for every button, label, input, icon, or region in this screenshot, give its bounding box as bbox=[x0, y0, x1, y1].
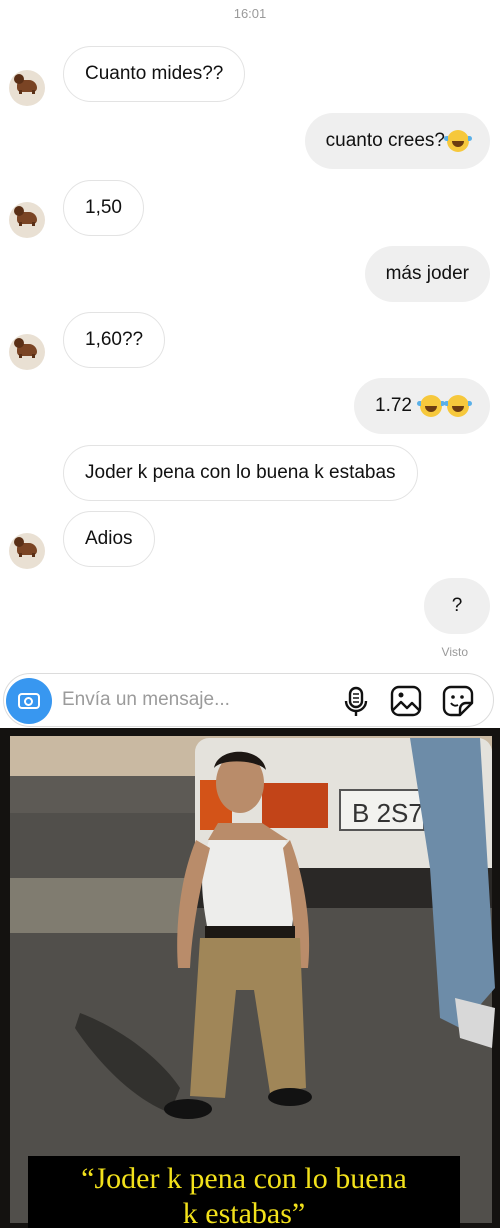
incoming-message[interactable]: Cuanto mides?? bbox=[63, 46, 246, 102]
seen-status: Visto bbox=[441, 645, 468, 659]
outgoing-message[interactable]: 1.72 bbox=[354, 378, 490, 434]
meme-scene-image: B 2S7 bbox=[0, 728, 500, 1228]
message-text: Adios bbox=[85, 528, 133, 549]
message-input[interactable]: Envía un mensaje... bbox=[62, 689, 230, 711]
message-row: 1,60?? bbox=[0, 312, 500, 370]
message-row: Adios bbox=[0, 511, 500, 569]
avatar[interactable] bbox=[9, 202, 45, 238]
avatar[interactable] bbox=[9, 533, 45, 569]
message-text: Joder k pena con lo buena k estabas bbox=[85, 462, 396, 483]
message-text: ? bbox=[451, 595, 463, 616]
tears-of-joy-icon bbox=[444, 395, 472, 417]
message-text: Cuanto mides?? bbox=[85, 63, 224, 84]
dm-thread: 16:01 Cuanto mides?? cuanto crees? 1,50 … bbox=[0, 0, 500, 728]
outgoing-message[interactable]: ? bbox=[424, 578, 490, 634]
outgoing-message[interactable]: más joder bbox=[364, 246, 490, 302]
sticker-icon[interactable] bbox=[441, 684, 475, 718]
meme-photo: B 2S7 “Joder k pena con lo buena k estab… bbox=[0, 728, 500, 1228]
incoming-message[interactable]: Joder k pena con lo buena k estabas bbox=[63, 445, 418, 501]
message-row: cuanto crees? bbox=[0, 113, 500, 171]
tears-of-joy-icon bbox=[417, 395, 445, 417]
meme-caption: “Joder k pena con lo buena k estabas” bbox=[28, 1156, 460, 1228]
caption-line: k estabas” bbox=[182, 1197, 306, 1228]
camera-icon bbox=[18, 693, 40, 709]
incoming-message[interactable]: Adios bbox=[63, 511, 155, 567]
message-row: más joder bbox=[0, 246, 500, 304]
message-row: ? bbox=[0, 578, 500, 636]
caption-line: “Joder k pena con lo buena bbox=[81, 1162, 407, 1195]
message-row: Joder k pena con lo buena k estabas bbox=[0, 445, 500, 503]
message-text: más joder bbox=[385, 263, 469, 284]
incoming-message[interactable]: 1,50 bbox=[63, 180, 144, 236]
timestamp: 16:01 bbox=[233, 6, 267, 21]
gallery-icon[interactable] bbox=[389, 684, 423, 718]
camera-button[interactable] bbox=[6, 678, 52, 724]
message-row: 1,50 bbox=[0, 180, 500, 238]
message-row: Cuanto mides?? bbox=[0, 46, 500, 106]
avatar[interactable] bbox=[9, 70, 45, 106]
message-row: 1.72 bbox=[0, 378, 500, 436]
message-composer: Envía un mensaje... bbox=[3, 673, 494, 727]
outgoing-message[interactable]: cuanto crees? bbox=[304, 113, 490, 169]
tears-of-joy-icon bbox=[444, 130, 472, 152]
message-text: 1,50 bbox=[85, 197, 122, 218]
message-text: 1,60?? bbox=[85, 329, 144, 350]
avatar[interactable] bbox=[9, 334, 45, 370]
incoming-message[interactable]: 1,60?? bbox=[63, 312, 166, 368]
microphone-icon[interactable] bbox=[339, 684, 373, 718]
message-text: 1.72 bbox=[375, 395, 412, 416]
license-plate: B 2S7 bbox=[352, 798, 423, 828]
message-text: cuanto crees? bbox=[325, 130, 445, 151]
